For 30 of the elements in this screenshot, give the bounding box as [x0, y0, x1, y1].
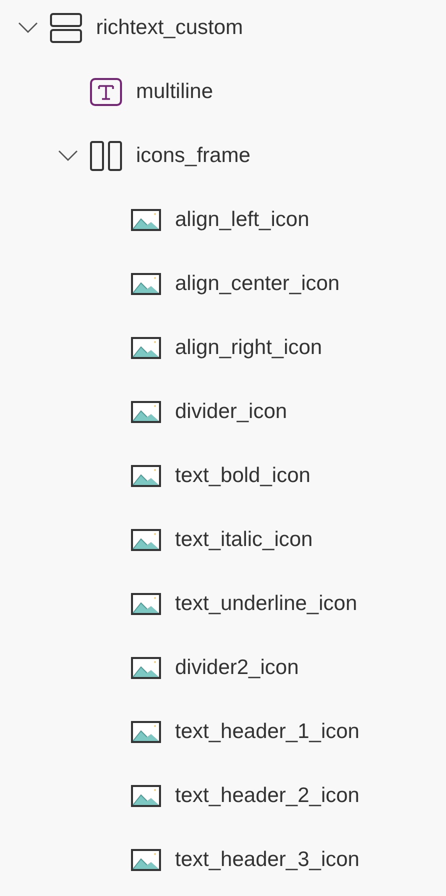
image-icon — [131, 401, 161, 423]
image-icon — [131, 785, 161, 807]
tree-item-label[interactable]: align_right_icon — [175, 335, 322, 361]
chevron-down-icon[interactable] — [18, 22, 38, 34]
tree-item-label[interactable]: align_center_icon — [175, 271, 340, 297]
tree-item-label[interactable]: richtext_custom — [96, 15, 244, 41]
tree-item-label[interactable]: text_italic_icon — [175, 527, 313, 553]
image-icon — [131, 849, 161, 871]
image-icon — [131, 209, 161, 231]
image-icon — [131, 529, 161, 551]
image-icon — [131, 593, 161, 615]
vertical-layout-icon — [50, 13, 82, 43]
chevron-down-icon[interactable] — [58, 150, 78, 162]
text-icon — [90, 78, 122, 106]
tree-item-label[interactable]: icons_frame — [136, 143, 250, 169]
tree-item-label[interactable]: text_header_1_icon — [175, 719, 360, 745]
tree-item-label[interactable]: text_header_3_icon — [175, 847, 360, 873]
image-icon — [131, 273, 161, 295]
image-icon — [131, 657, 161, 679]
tree-item-label[interactable]: align_left_icon — [175, 207, 310, 233]
tree-item-label[interactable]: divider2_icon — [175, 655, 299, 681]
tree-item-label[interactable]: text_bold_icon — [175, 463, 310, 489]
tree-item-label[interactable]: text_underline_icon — [175, 591, 358, 617]
image-icon — [131, 337, 161, 359]
image-icon — [131, 465, 161, 487]
horizontal-layout-icon — [90, 141, 122, 171]
tree-item-label[interactable]: text_header_2_icon — [175, 783, 360, 809]
tree-item-label[interactable]: multiline — [136, 79, 214, 105]
image-icon — [131, 721, 161, 743]
tree-item-label[interactable]: divider_icon — [175, 399, 288, 425]
